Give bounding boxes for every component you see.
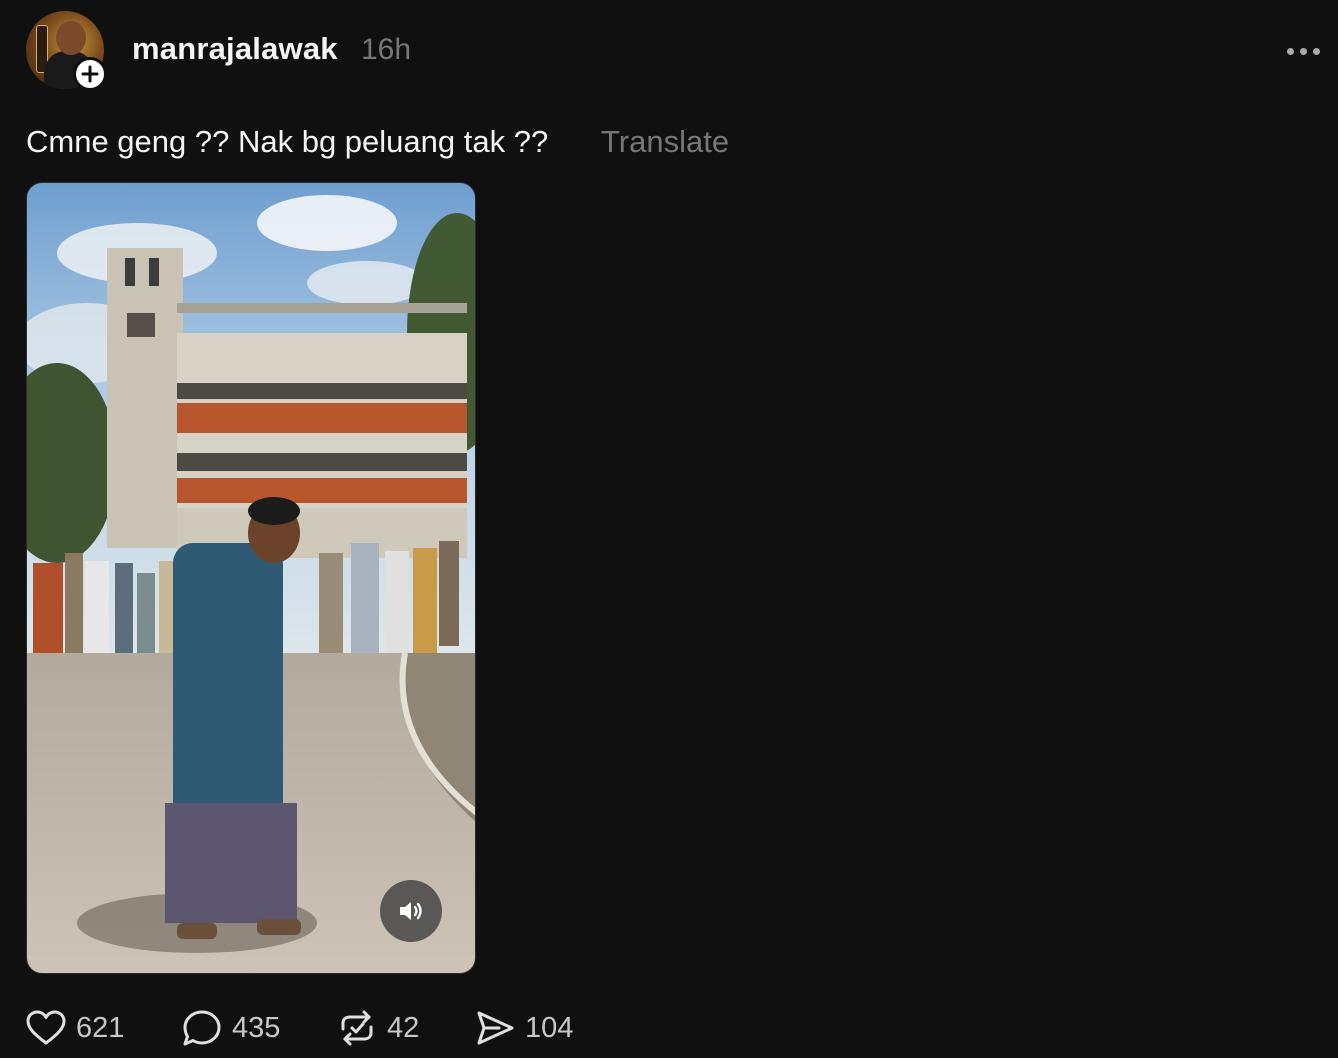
avatar[interactable]: [26, 11, 107, 91]
translate-link[interactable]: Translate: [601, 124, 729, 160]
share-button[interactable]: 104: [475, 1008, 573, 1048]
video-frame: [27, 183, 475, 973]
heart-icon: [26, 1010, 66, 1045]
repost-button[interactable]: 42: [337, 1008, 419, 1048]
username[interactable]: manrajalawak: [132, 31, 338, 67]
repost-count: 42: [387, 1011, 420, 1044]
timestamp: 16h: [361, 33, 412, 66]
like-count: 621: [76, 1011, 125, 1044]
share-count: 104: [525, 1011, 574, 1044]
post-caption: Cmne geng ?? Nak bg peluang tak ??: [26, 124, 549, 159]
more-options-button[interactable]: [1278, 36, 1328, 66]
video-player[interactable]: [26, 182, 476, 974]
paper-plane-icon: [477, 1011, 514, 1045]
mute-toggle-button[interactable]: [380, 880, 442, 942]
follow-button[interactable]: [73, 57, 107, 91]
plus-icon: [81, 65, 99, 83]
thread-post: manrajalawak 16h Cmne geng ?? Nak bg pel…: [0, 0, 1338, 1058]
ellipsis-icon: [1286, 47, 1294, 55]
reply-button[interactable]: 435: [182, 1008, 280, 1048]
repost-icon: [341, 1010, 373, 1046]
like-button[interactable]: 621: [26, 1008, 124, 1048]
speaker-icon: [400, 902, 422, 920]
reply-count: 435: [232, 1011, 281, 1044]
speech-bubble-icon: [183, 1010, 221, 1046]
